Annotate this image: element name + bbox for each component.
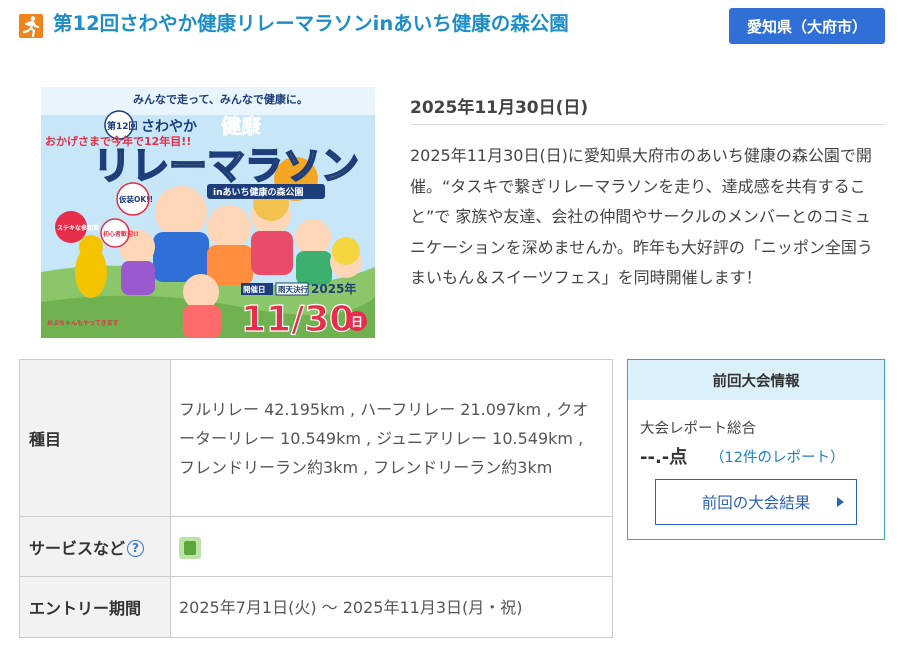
entry-period-label: エントリー期間 (19, 576, 171, 638)
report-overall-label: 大会レポート総合 (640, 421, 756, 437)
divider (410, 124, 885, 125)
services-label-cell: サービスなど? (19, 516, 171, 577)
category-value: フルリレー 42.195km , ハーフリレー 21.097km , クオーター… (170, 359, 613, 517)
poster-mascot-caption: おぶちゃんもやってきます (47, 319, 119, 327)
table-row: エントリー期間 2025年7月1日(火) ～ 2025年11月3日(月・祝) (19, 576, 613, 638)
poster-date-label: 開催日 (243, 284, 266, 294)
poster-day: 日 (351, 315, 363, 329)
services-value (170, 516, 613, 577)
service-icon[interactable] (179, 536, 201, 559)
table-row: 種目 フルリレー 42.195km , ハーフリレー 21.097km , クオ… (19, 359, 613, 517)
poster-subtitle-kanji: 健康 (221, 114, 262, 138)
arrow-right-icon (837, 497, 844, 507)
poster-subtitle-small: さわやか (141, 119, 197, 135)
prefecture-button[interactable]: 愛知県（大府市） (729, 8, 885, 44)
category-label: 種目 (19, 359, 171, 517)
poster-big-date: 11/30 (241, 299, 354, 338)
poster-beginner-badge: 初心者歓迎!! (103, 230, 138, 238)
poster-rain-label: 雨天決行 (278, 284, 308, 294)
event-poster-image: みんなで走って、みんなで健康に。 第12回 さわやか 健康 リレーマラソン in… (41, 87, 375, 338)
event-title: 第12回さわやか健康リレーマラソンinあいち健康の森公園 (53, 12, 569, 35)
poster-year: 2025年 (311, 281, 356, 296)
services-label: サービスなど (29, 538, 126, 558)
poster-left-caption: おかげさまで今年で12年目!! (45, 134, 191, 148)
poster-main-title: リレーマラソン (93, 144, 359, 188)
poster-costume-badge: 仮装OK!! (118, 194, 153, 204)
event-info-table: 種目 フルリレー 42.195km , ハーフリレー 21.097km , クオ… (19, 359, 613, 638)
poster-edition: 第12回 (107, 120, 138, 132)
event-description: 2025年11月30日(日)に愛知県大府市のあいち健康の森公園で開催。“タスキで… (410, 146, 873, 287)
previous-event-panel: 前回大会情報 大会レポート総合 --.-点 （12件のレポート） 前回の大会結果 (627, 359, 885, 540)
report-score: --.-点 (640, 447, 688, 468)
previous-results-button[interactable]: 前回の大会結果 (655, 479, 857, 525)
entry-period-value: 2025年7月1日(火) ～ 2025年11月3日(月・祝) (170, 576, 613, 638)
previous-event-heading: 前回大会情報 (628, 360, 884, 400)
poster-prize-badge: ステキな参加賞 (57, 224, 99, 232)
help-icon[interactable]: ? (127, 539, 145, 557)
previous-results-label: 前回の大会結果 (701, 494, 811, 512)
poster-venue: inあいち健康の森公園 (213, 186, 304, 198)
table-row: サービスなど? (19, 516, 613, 577)
poster-top-caption: みんなで走って、みんなで健康に。 (133, 92, 308, 106)
running-person-icon (19, 14, 43, 38)
event-date-heading: 2025年11月30日(日) (410, 98, 589, 118)
report-count-link[interactable]: （12件のレポート） (710, 446, 844, 467)
